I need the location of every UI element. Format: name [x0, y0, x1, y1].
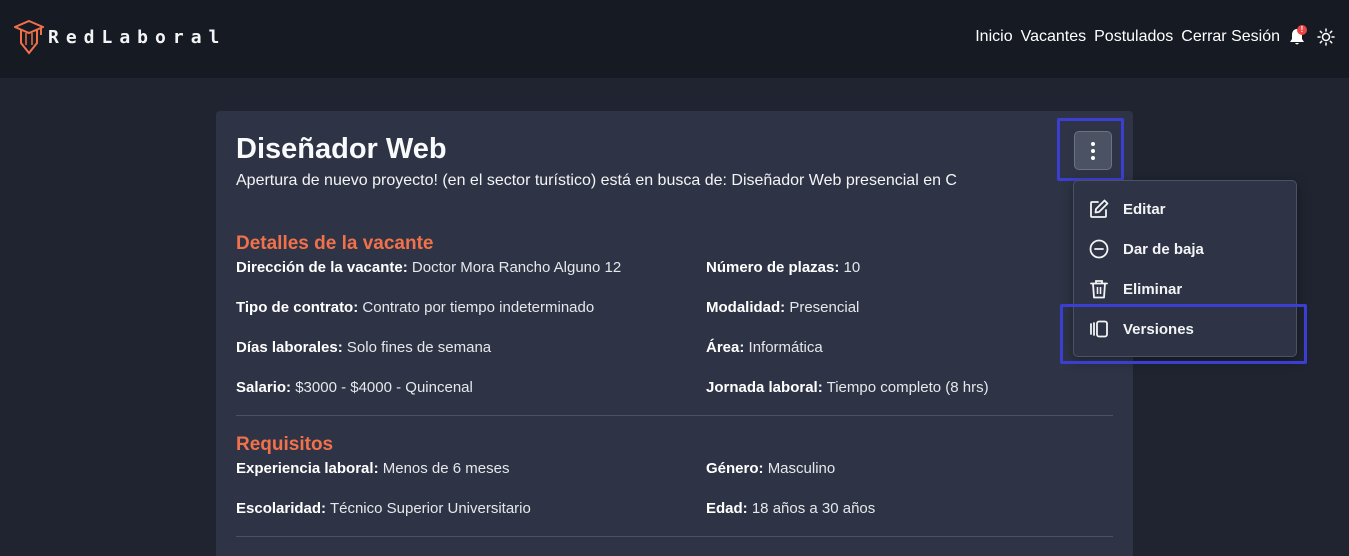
job-description: Apertura de nuevo proyecto! (en el secto… — [236, 172, 957, 189]
job-title: Diseñador Web — [236, 133, 447, 165]
field-value: Doctor Mora Rancho Alguno 12 — [411, 259, 622, 276]
menu-item-label: Eliminar — [1123, 280, 1183, 298]
menu-item-dar-de-baja[interactable]: Dar de baja — [1074, 229, 1296, 269]
options-menu-button[interactable] — [1074, 131, 1112, 170]
field-value: Tiempo completo (8 hrs) — [826, 379, 989, 396]
field-jornada: Jornada laboral: Tiempo completo (8 hrs) — [706, 379, 989, 396]
nav-link-postulados[interactable]: Postulados — [1094, 28, 1173, 46]
brand-name: RedLaboral — [48, 26, 227, 48]
field-value: Menos de 6 meses — [382, 460, 510, 477]
field-plazas: Número de plazas: 10 — [706, 259, 860, 276]
nav-link-inicio[interactable]: Inicio — [975, 28, 1012, 46]
field-value: Solo fines de semana — [346, 339, 492, 356]
field-contrato: Tipo de contrato: Contrato por tiempo in… — [236, 299, 594, 316]
menu-item-label: Editar — [1123, 200, 1166, 218]
field-genero: Género: Masculino — [706, 460, 835, 477]
field-escolaridad: Escolaridad: Técnico Superior Universita… — [236, 500, 531, 517]
versions-highlight-box — [1060, 304, 1307, 364]
field-label: Escolaridad: — [236, 500, 327, 517]
divider — [236, 415, 1113, 416]
field-label: Salario: — [236, 379, 292, 396]
field-value: Técnico Superior Universitario — [329, 500, 531, 517]
graduation-cap-pencil-logo-icon — [14, 19, 44, 55]
menu-item-eliminar[interactable]: Eliminar — [1074, 269, 1296, 309]
minus-circle-icon — [1089, 239, 1109, 259]
field-value: $3000 - $4000 - Quincenal — [295, 379, 473, 396]
navbar: RedLaboral Inicio Vacantes Postulados Ce… — [0, 0, 1349, 78]
field-salario: Salario: $3000 - $4000 - Quincenal — [236, 379, 473, 396]
field-label: Género: — [706, 460, 764, 477]
more-vertical-icon — [1091, 141, 1095, 160]
field-value: 10 — [843, 259, 861, 276]
field-dias: Días laborales: Solo fines de semana — [236, 339, 491, 356]
divider — [236, 536, 1113, 537]
details-section-title: Detalles de la vacante — [236, 233, 434, 254]
field-edad: Edad: 18 años a 30 años — [706, 500, 875, 517]
field-value: 18 años a 30 años — [751, 500, 876, 517]
field-label: Días laborales: — [236, 339, 343, 356]
menu-item-label: Dar de baja — [1123, 240, 1204, 258]
trash-icon — [1090, 280, 1108, 299]
field-value: Informática — [748, 339, 823, 356]
field-label: Área: — [706, 339, 745, 356]
sun-icon[interactable] — [1317, 28, 1335, 46]
nav-link-cerrar-sesion[interactable]: Cerrar Sesión — [1181, 28, 1280, 46]
field-modalidad: Modalidad: Presencial — [706, 299, 859, 316]
field-value: Masculino — [767, 460, 836, 477]
field-value: Contrato por tiempo indeterminado — [362, 299, 595, 316]
field-direccion: Dirección de la vacante: Doctor Mora Ran… — [236, 259, 621, 276]
edit-icon — [1090, 199, 1109, 218]
field-label: Jornada laboral: — [706, 379, 823, 396]
notifications-button[interactable]: ! — [1289, 25, 1307, 46]
brand-logo[interactable]: RedLaboral — [14, 19, 226, 55]
field-label: Modalidad: — [706, 299, 786, 316]
field-value: Presencial — [789, 299, 860, 316]
field-experiencia: Experiencia laboral: Menos de 6 meses — [236, 460, 509, 477]
field-label: Dirección de la vacante: — [236, 259, 408, 276]
field-label: Número de plazas: — [706, 259, 840, 276]
field-label: Tipo de contrato: — [236, 299, 359, 316]
menu-item-editar[interactable]: Editar — [1074, 189, 1296, 229]
notification-badge: ! — [1297, 25, 1307, 35]
requirements-section-title: Requisitos — [236, 434, 334, 455]
field-label: Experiencia laboral: — [236, 460, 379, 477]
field-label: Edad: — [706, 500, 748, 517]
nav-links: Inicio Vacantes Postulados Cerrar Sesión… — [975, 25, 1335, 46]
field-area: Área: Informática — [706, 339, 823, 356]
job-card: Diseñador Web Apertura de nuevo proyecto… — [216, 111, 1133, 556]
nav-link-vacantes[interactable]: Vacantes — [1021, 28, 1087, 46]
